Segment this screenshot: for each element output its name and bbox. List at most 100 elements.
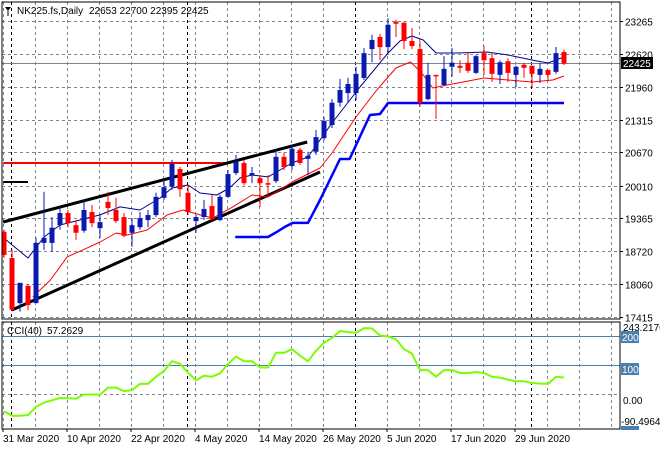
symbol-label: NK225.fs,Daily (17, 6, 83, 17)
bearish-candle (417, 40, 423, 107)
candle-body (25, 285, 31, 306)
bullish-candle (33, 237, 39, 304)
price-tick-label: 21960 (625, 84, 653, 95)
current-price-label: 22425 (623, 59, 651, 70)
candle-body (273, 156, 279, 182)
candle-body (137, 218, 143, 228)
candle-body (481, 53, 487, 61)
candle-body (289, 148, 295, 166)
price-tick-label: 21315 (625, 117, 653, 128)
candle-body (377, 36, 383, 48)
price-tick-label: 19365 (625, 215, 653, 226)
candle-body (553, 53, 559, 72)
candle-body (17, 282, 23, 304)
candle-body (169, 163, 175, 187)
candle-body (177, 169, 183, 190)
candle-body (153, 196, 159, 216)
bearish-candle (9, 249, 15, 311)
price-tag: 22425 (621, 57, 653, 70)
candle-body (145, 215, 151, 221)
candle-body (521, 64, 527, 68)
chart-header: NK225.fs,Daily 22653 22700 22395 22425 (5, 6, 209, 17)
candle-body (529, 65, 535, 74)
candle-body (545, 69, 551, 75)
cci-title: CCI(40) (7, 326, 42, 337)
bearish-candle (241, 159, 247, 186)
candle-body (161, 187, 167, 198)
candle-body (345, 83, 351, 94)
time-tick-label: 22 Apr 2020 (131, 434, 185, 445)
candle-body (97, 222, 103, 229)
candle-body (9, 258, 15, 310)
candle-body (337, 90, 343, 103)
cci-min-label: -90.4964 (621, 417, 660, 428)
price-tick-label: 18720 (625, 248, 653, 259)
candle-body (361, 53, 367, 78)
candle-body (369, 39, 375, 50)
candle-body (305, 155, 311, 159)
candle-body (57, 213, 63, 226)
time-tick-label: 31 Mar 2020 (3, 434, 60, 445)
price-chart[interactable]: 2326522620219602131520670200101936518720… (0, 0, 660, 450)
candle-body (449, 62, 455, 67)
bullish-candle (217, 194, 223, 222)
candle-body (121, 217, 127, 236)
time-tick-label: 14 May 2020 (259, 434, 317, 445)
candle-body (313, 137, 319, 152)
candle-body (185, 192, 191, 213)
candle-body (353, 73, 359, 94)
candle-body (65, 213, 71, 224)
candle-body (217, 196, 223, 221)
candle-body (497, 62, 503, 75)
candle-body (537, 68, 543, 75)
candle-body (257, 178, 263, 184)
candle-body (281, 156, 287, 167)
bullish-candle (169, 159, 175, 190)
candle-body (193, 217, 199, 222)
candle-body (249, 173, 255, 176)
candle-body (297, 149, 303, 163)
candle-body (265, 183, 271, 185)
candle-body (209, 205, 215, 220)
candle-body (417, 49, 423, 103)
price-tick-label: 20670 (625, 149, 653, 160)
candle-body (241, 162, 247, 184)
time-tick-label: 4 May 2020 (195, 434, 248, 445)
candle-body (561, 51, 567, 64)
time-tick-label: 29 Jun 2020 (515, 434, 570, 445)
price-tick-label: 23265 (625, 18, 653, 29)
candle-body (329, 102, 335, 125)
cci-value: 57.2629 (47, 326, 84, 337)
candle-body (33, 242, 39, 304)
candle-body (321, 120, 327, 139)
candle-body (73, 225, 79, 233)
candle-body (473, 56, 479, 73)
price-tick-label: 18060 (625, 281, 653, 292)
candle-body (409, 40, 415, 47)
candle-body (233, 161, 239, 174)
candle-body (393, 21, 399, 24)
candle-body (81, 209, 87, 231)
candle-body (201, 208, 207, 218)
bearish-candle (297, 147, 303, 165)
candle-body (433, 74, 439, 77)
ohlc-readout: 22653 22700 22395 22425 (89, 6, 209, 17)
time-tick-label: 10 Apr 2020 (67, 434, 121, 445)
candle-body (385, 24, 391, 48)
candle-body (465, 62, 471, 71)
time-tick-label: 5 Jun 2020 (387, 434, 437, 445)
time-tick-label: 17 Jun 2020 (451, 434, 506, 445)
cci-zero-label: 0.00 (623, 396, 643, 407)
candle-body (129, 225, 135, 233)
price-tick-label: 20010 (625, 183, 653, 194)
candle-body (41, 237, 47, 243)
candle-body (113, 209, 119, 222)
candle-body (457, 65, 463, 68)
candle-body (401, 22, 407, 41)
candle-body (513, 66, 519, 75)
candle-body (505, 61, 511, 73)
bullish-candle (225, 170, 231, 198)
bullish-candle (473, 55, 479, 74)
time-tick-label: 26 May 2020 (323, 434, 381, 445)
candle-body (441, 68, 447, 86)
